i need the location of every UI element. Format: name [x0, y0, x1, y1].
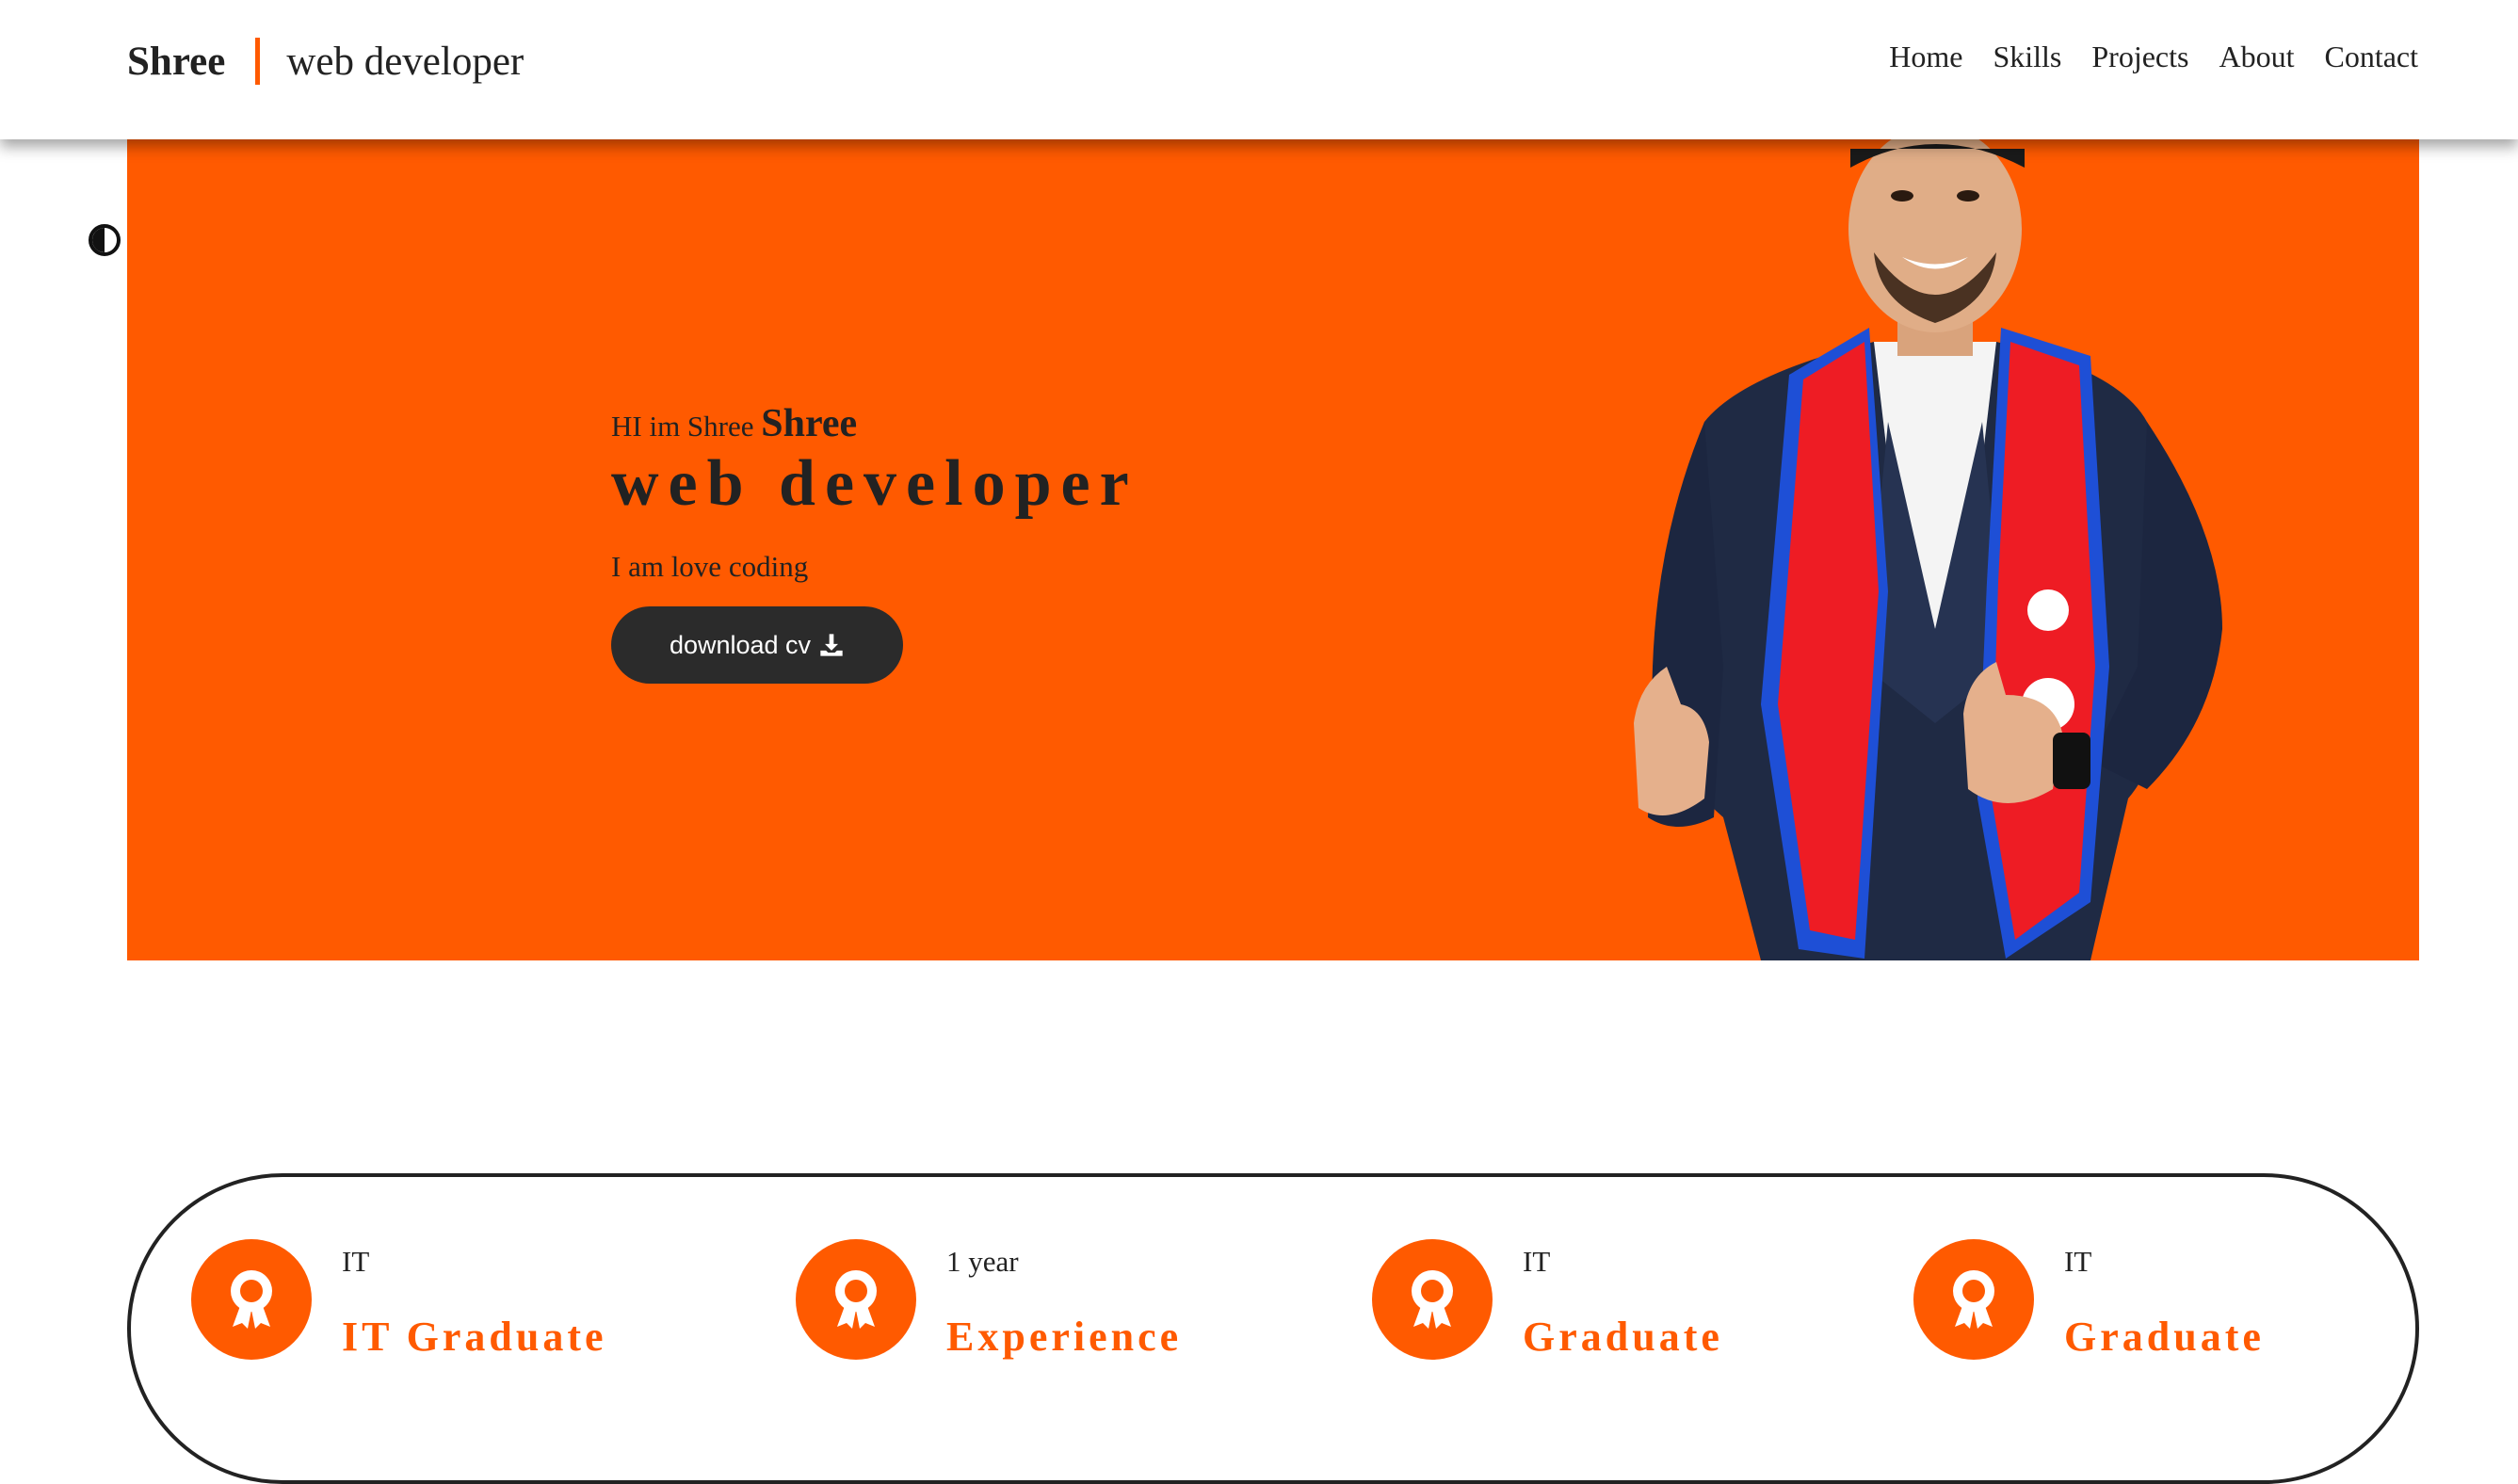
award-icon [1913, 1239, 2034, 1360]
hero-name: Shree [761, 402, 858, 445]
stat-text: IT IT Graduate [342, 1239, 607, 1361]
award-icon [1372, 1239, 1493, 1360]
brand-role: web developer [286, 39, 525, 84]
nav-skills[interactable]: Skills [1993, 40, 2061, 74]
contrast-icon-half [92, 228, 105, 252]
stat-title: Graduate [1523, 1314, 1723, 1360]
profile-photo [1634, 139, 2222, 960]
download-cv-label: download cv [669, 630, 812, 659]
award-icon [191, 1239, 312, 1360]
stat-title: Experience [946, 1314, 1183, 1360]
download-icon [820, 634, 843, 656]
nav-about[interactable]: About [2219, 40, 2294, 74]
nav-home[interactable]: Home [1889, 40, 1962, 74]
download-cv-button[interactable]: download cv [611, 606, 903, 684]
stat-caption: 1 year [946, 1245, 1019, 1278]
brand-divider [255, 38, 261, 85]
stat-item: IT IT Graduate [191, 1239, 607, 1361]
brand[interactable]: Shree web developer [127, 34, 524, 89]
stat-title: Graduate [2064, 1314, 2265, 1360]
award-icon [796, 1239, 916, 1360]
stats-strip: IT IT Graduate 1 year Experience IT Grad… [127, 1173, 2419, 1484]
stat-text: IT Graduate [1523, 1239, 1723, 1361]
stat-text: 1 year Experience [946, 1239, 1182, 1361]
greeting-text: HI im Shree [611, 410, 754, 443]
brand-name: Shree [127, 39, 226, 84]
hero-greeting: HI im Shree Shree [611, 401, 1138, 446]
nav-contact[interactable]: Contact [2324, 40, 2418, 74]
hero-tagline: I am love coding [611, 550, 809, 583]
stat-title: IT Graduate [342, 1314, 607, 1360]
stat-caption: IT [1523, 1245, 1551, 1278]
stat-text: IT Graduate [2064, 1239, 2265, 1361]
hero-section: HI im Shree Shree web developer I am lov… [127, 139, 2419, 960]
hero-title: web developer [611, 447, 1138, 520]
stat-item: IT Graduate [1913, 1239, 2265, 1361]
hero-text: HI im Shree Shree web developer I am lov… [611, 401, 1138, 684]
contrast-icon[interactable] [89, 224, 121, 256]
main-nav: Home Skills Projects About Contact [1889, 40, 2418, 74]
site-header: Shree web developer Home Skills Projects… [0, 0, 2518, 139]
stat-item: IT Graduate [1372, 1239, 1723, 1361]
stat-caption: IT [2064, 1245, 2092, 1278]
stat-item: 1 year Experience [796, 1239, 1182, 1361]
nav-projects[interactable]: Projects [2091, 40, 2188, 74]
stat-caption: IT [342, 1245, 370, 1278]
